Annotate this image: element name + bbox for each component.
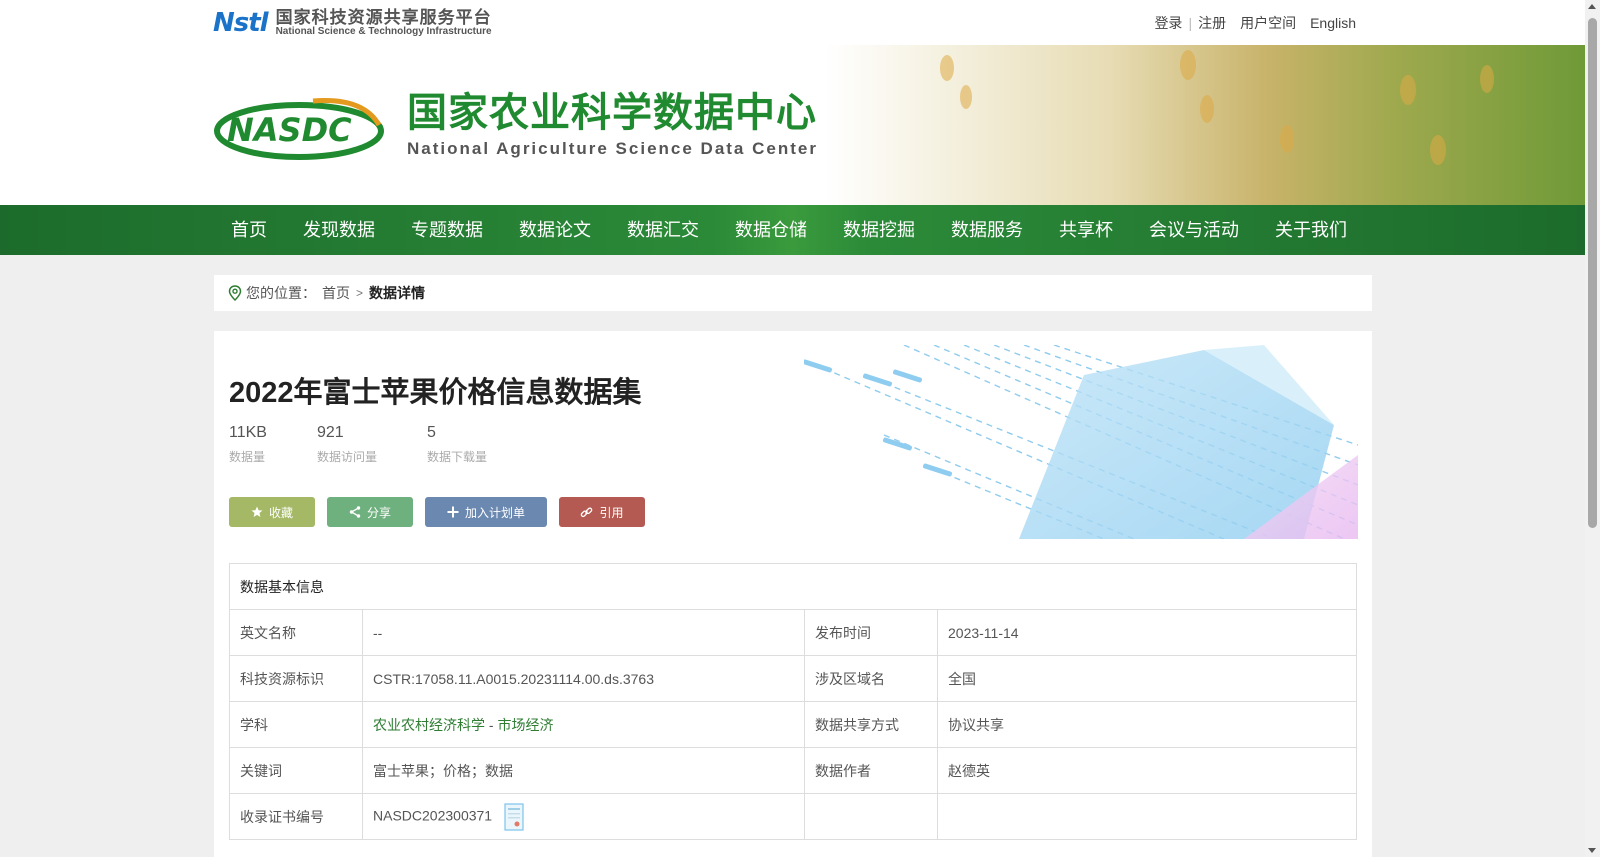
stat-value: 5 [426,424,436,441]
field-label: 英文名称 [229,609,363,656]
breadcrumb-separator: > [356,286,364,300]
field-value: 2023-11-14 [937,609,1357,656]
nav-about[interactable]: 关于我们 [1257,205,1365,255]
table-row: 关键词 富士苹果；价格；数据 数据作者 赵德英 [229,747,1357,794]
subject-link-primary[interactable]: 农业农村经济科学 [373,717,485,733]
nstl-logo[interactable]: Nstl 国家科技资源共享服务平台 National Science & Tec… [213,8,492,38]
basic-info-table: 数据基本信息 英文名称 -- 发布时间 2023-11-14 科技资源标识 CS… [229,563,1357,840]
favorite-label: 收藏 [268,505,293,520]
field-label: 发布时间 [804,609,938,656]
dataset-title: 2022年富士苹果价格信息数据集 [229,377,642,409]
field-label [804,793,938,840]
link-divider: | [1188,15,1193,31]
stat-label: 数据访问量 [316,450,377,464]
add-to-plan-label: 加入计划单 [464,505,525,520]
nav-home[interactable]: 首页 [213,205,285,255]
nasdc-logo[interactable]: NASDC [213,95,385,161]
field-label: 数据共享方式 [804,701,938,748]
stat-label: 数据下载量 [426,450,487,464]
favorite-button[interactable]: 收藏 [229,497,315,527]
field-value: -- [362,609,805,656]
svg-text:NASDC: NASDC [227,111,352,149]
field-label: 科技资源标识 [229,655,363,702]
breadcrumb-current: 数据详情 [369,285,426,301]
nav-data-papers[interactable]: 数据论文 [501,205,609,255]
breadcrumb: 您的位置： 首页 > 数据详情 [214,275,1372,311]
nav-sharing-cup[interactable]: 共享杯 [1041,205,1131,255]
site-title: 国家农业科学数据中心 National Agriculture Science … [407,91,818,159]
top-bar: Nstl 国家科技资源共享服务平台 National Science & Tec… [0,0,1585,45]
user-space-link[interactable]: 用户空间 [1240,13,1296,33]
nstl-name-cn: 国家科技资源共享服务平台 [275,7,492,27]
login-link[interactable]: 登录 [1154,13,1182,33]
field-label: 收录证书编号 [229,793,363,840]
subject-separator: - [485,716,498,733]
stat-label: 数据量 [229,450,266,464]
breadcrumb-home[interactable]: 首页 [322,283,350,303]
stat-downloads: 5 数据下载量 [427,424,487,465]
site-title-cn: 国家农业科学数据中心 [407,91,817,135]
dataset-stats: 11KB 数据量 921 数据访问量 5 数据下载量 [229,424,537,465]
field-value [937,793,1357,840]
nav-events[interactable]: 会议与活动 [1131,205,1257,255]
link-icon [581,507,593,517]
header-banner: NASDC 国家农业科学数据中心 National Agriculture Sc… [0,45,1585,205]
field-value: 赵德英 [937,747,1357,794]
page-scrollbar[interactable] [1585,0,1600,857]
stat-value: 921 [316,424,344,441]
plus-icon [447,506,459,518]
scroll-up-icon[interactable] [1588,4,1596,9]
nav-data-repository[interactable]: 数据仓储 [717,205,825,255]
subject-link-secondary[interactable]: 市场经济 [497,717,553,733]
star-icon [251,506,263,517]
field-value: 全国 [937,655,1357,702]
field-label: 学科 [229,701,363,748]
field-label: 关键词 [229,747,363,794]
nav-discover-data[interactable]: 发现数据 [285,205,393,255]
add-to-plan-button[interactable]: 加入计划单 [425,497,547,527]
site-title-en: National Agriculture Science Data Center [407,139,818,158]
certificate-number: NASDC202300371 [373,807,493,824]
field-label: 数据作者 [804,747,938,794]
table-row: 收录证书编号 NASDC202300371 [229,793,1357,840]
breadcrumb-label: 您的位置： [246,285,316,301]
share-button[interactable]: 分享 [327,497,413,527]
share-label: 分享 [366,505,391,520]
nstl-name-en: National Science & Technology Infrastruc… [275,25,492,37]
stat-value: 11KB [229,424,267,441]
field-value: 农业农村经济科学 - 市场经济 [362,701,805,748]
table-row: 英文名称 -- 发布时间 2023-11-14 [229,609,1357,656]
decorative-graphic [804,345,1358,539]
field-value: CSTR:17058.11.A0015.20231114.00.ds.3763 [362,655,805,702]
nav-data-mining[interactable]: 数据挖掘 [825,205,933,255]
stat-data-size: 11KB 数据量 [229,424,267,465]
scroll-thumb[interactable] [1588,18,1597,528]
table-header-row: 数据基本信息 [229,563,1357,610]
nstl-logo-mark: Nstl [213,8,269,38]
stat-visits: 921 数据访问量 [317,424,377,465]
field-value: NASDC202300371 [362,793,805,840]
english-link[interactable]: English [1310,15,1356,31]
nav-data-services[interactable]: 数据服务 [933,205,1041,255]
top-links: 登录 | 注册 用户空间 English [1154,13,1356,33]
cite-label: 引用 [599,505,624,520]
register-link[interactable]: 注册 [1198,13,1226,33]
dataset-actions: 收藏 分享 加入计划单 引用 [229,497,657,527]
table-row: 科技资源标识 CSTR:17058.11.A0015.20231114.00.d… [229,655,1357,702]
dataset-card: 2022年富士苹果价格信息数据集 11KB 数据量 921 数据访问量 5 数据… [214,331,1372,857]
main-nav: 首页 发现数据 专题数据 数据论文 数据汇交 数据仓储 数据挖掘 数据服务 共享… [0,205,1585,255]
nav-topic-data[interactable]: 专题数据 [393,205,501,255]
field-value: 富士苹果；价格；数据 [362,747,805,794]
table-row: 学科 农业农村经济科学 - 市场经济 数据共享方式 协议共享 [229,701,1357,748]
scroll-down-icon[interactable] [1588,848,1596,853]
field-value: 协议共享 [937,701,1357,748]
cite-button[interactable]: 引用 [559,497,645,527]
certificate-icon[interactable] [504,802,524,831]
location-pin-icon [228,285,242,301]
table-header: 数据基本信息 [229,563,1357,610]
field-label: 涉及区域名 [804,655,938,702]
share-icon [349,506,361,518]
nav-data-submission[interactable]: 数据汇交 [609,205,717,255]
